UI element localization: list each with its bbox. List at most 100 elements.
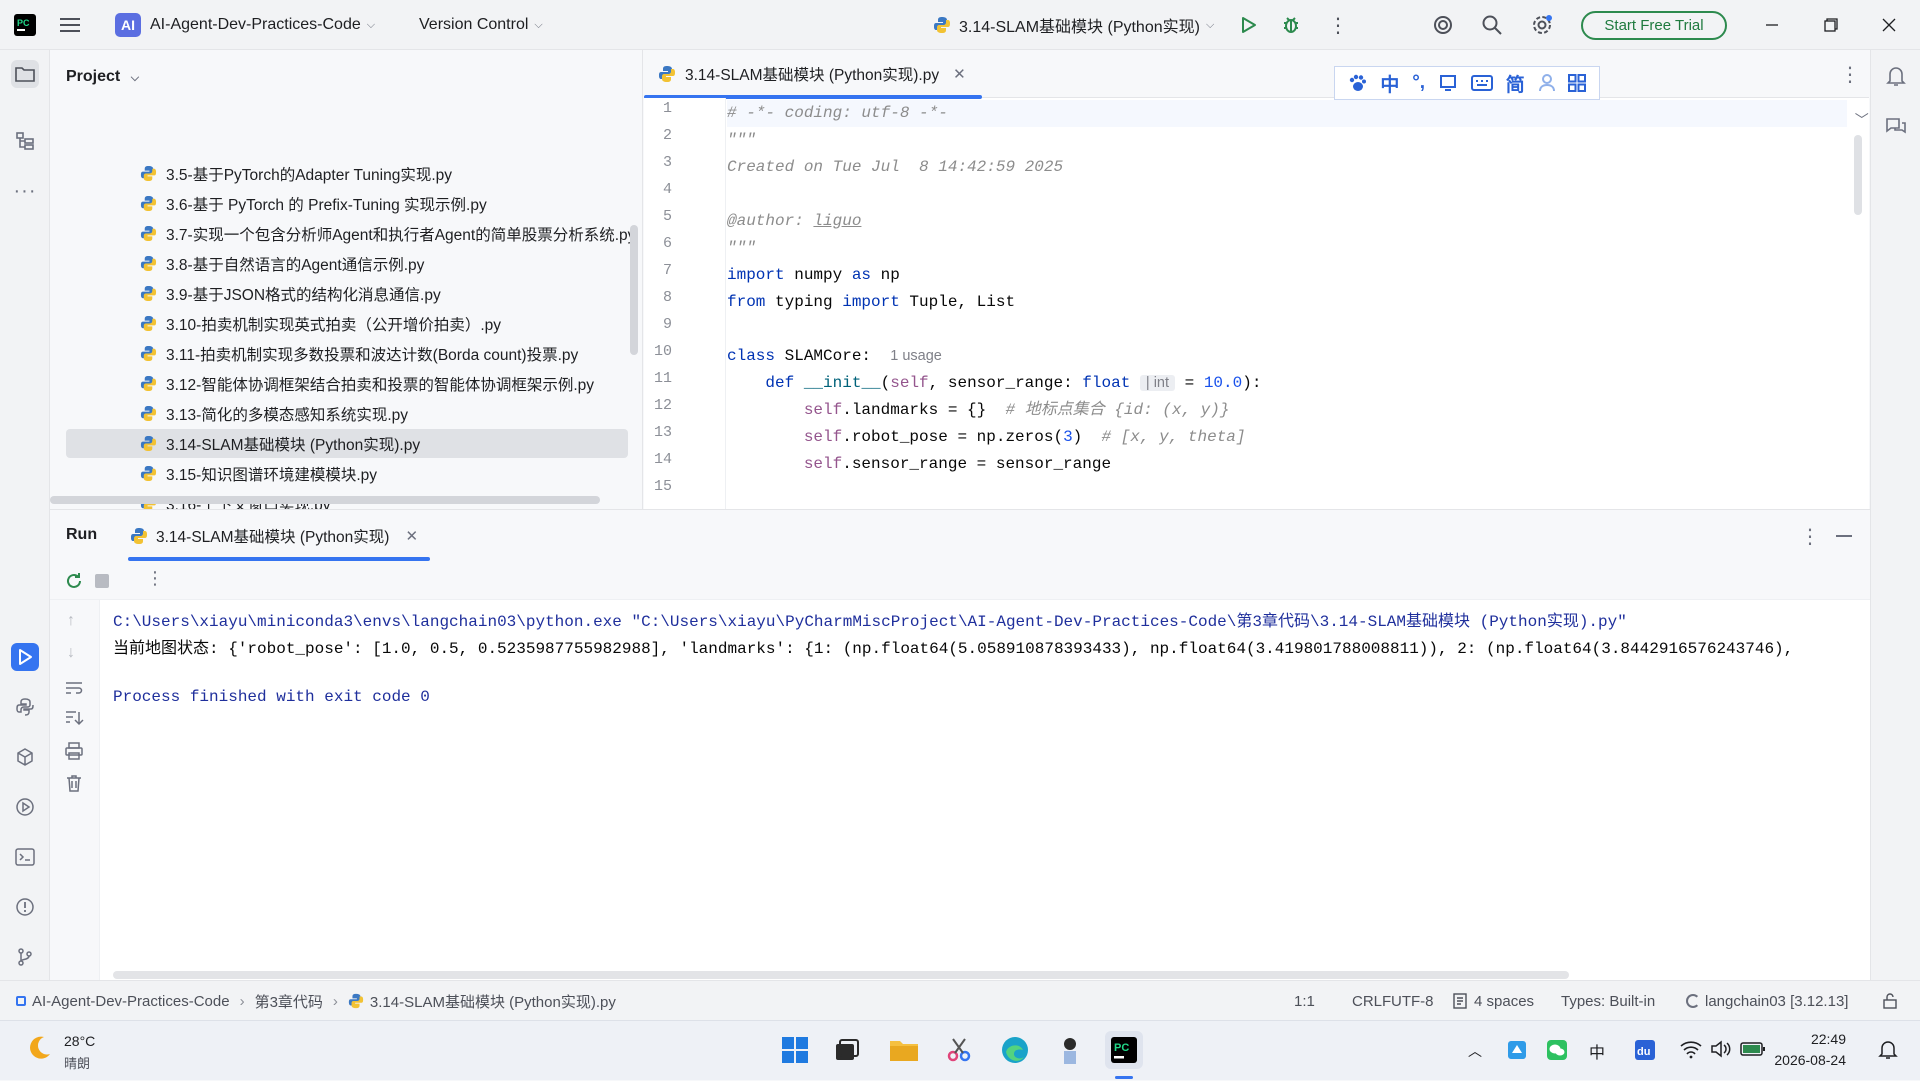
- punctuation-icon[interactable]: °,: [1412, 72, 1425, 94]
- settings-gear-icon[interactable]: [1530, 0, 1554, 50]
- output-hscrollbar[interactable]: [113, 971, 1569, 979]
- breadcrumb-file[interactable]: 3.14-SLAM基础模块 (Python实现).py: [370, 991, 616, 1012]
- breadcrumb-folder[interactable]: 第3章代码: [255, 991, 323, 1012]
- grid-menu-icon[interactable]: [1568, 74, 1587, 92]
- baidu-input-icon[interactable]: du: [1634, 1039, 1656, 1061]
- breadcrumb-project[interactable]: AI-Agent-Dev-Practices-Code: [32, 993, 230, 1010]
- chevron-down-icon[interactable]: ﹀: [1855, 110, 1869, 130]
- run-more-icon[interactable]: ⋮: [1800, 524, 1820, 549]
- close-tab-icon[interactable]: ✕: [405, 527, 418, 545]
- project-panel-title[interactable]: Project ⌵: [66, 68, 139, 86]
- main-menu-icon[interactable]: [60, 0, 82, 50]
- minimize-icon[interactable]: [1765, 0, 1779, 50]
- indent-settings[interactable]: 4 spaces: [1453, 981, 1534, 1021]
- line-separator[interactable]: CRLF: [1352, 981, 1391, 1021]
- clock-date[interactable]: 2026-08-24: [1766, 1052, 1846, 1068]
- code-line-6[interactable]: """: [727, 235, 756, 262]
- file-tree-item[interactable]: 3.9-基于JSON格式的结构化消息通信.py: [66, 279, 638, 308]
- file-tree-item[interactable]: 3.11-拍卖机制实现多数投票和波达计数(Borda count)投票.py: [66, 339, 638, 368]
- snipping-tool-icon[interactable]: [940, 1031, 978, 1069]
- paw-icon[interactable]: [1347, 73, 1367, 93]
- rerun-icon[interactable]: [64, 571, 84, 591]
- file-explorer-icon[interactable]: [885, 1031, 923, 1069]
- run-icon[interactable]: [1238, 0, 1258, 50]
- close-tab-icon[interactable]: ✕: [953, 65, 966, 83]
- volume-icon[interactable]: [1710, 1039, 1732, 1059]
- file-tree-item[interactable]: 3.7-实现一个包含分析师Agent和执行者Agent的简单股票分析系统.py: [66, 219, 638, 248]
- clock-time[interactable]: 22:49: [1786, 1031, 1846, 1047]
- ime-chinese-toggle[interactable]: 中: [1380, 70, 1399, 97]
- more-actions-icon[interactable]: ⋮: [1328, 0, 1348, 50]
- weather-moon-icon[interactable]: [24, 1033, 54, 1063]
- windows-start-icon[interactable]: [776, 1031, 814, 1069]
- hide-panel-icon[interactable]: [1836, 535, 1852, 537]
- run-tool-icon[interactable]: [11, 643, 39, 671]
- git-icon[interactable]: [11, 943, 39, 971]
- wifi-icon[interactable]: [1680, 1039, 1702, 1059]
- python-packages-icon[interactable]: [11, 743, 39, 771]
- file-tree-item[interactable]: 3.15-知识图谱环境建模模块.py: [66, 459, 638, 488]
- search-icon[interactable]: [1481, 0, 1503, 50]
- keyboard-icon[interactable]: [1470, 74, 1493, 92]
- code-line-1[interactable]: # -*- coding: utf-8 -*-: [727, 100, 948, 127]
- file-encoding[interactable]: UTF-8: [1391, 981, 1434, 1021]
- tray-app-icon[interactable]: [1506, 1039, 1528, 1061]
- code-line-11[interactable]: def __init__(self, sensor_range: float |…: [727, 370, 1261, 397]
- code-line-13[interactable]: self.robot_pose = np.zeros(3) # [x, y, t…: [727, 424, 1246, 451]
- lock-icon[interactable]: [1882, 981, 1898, 1021]
- scroll-to-end-icon[interactable]: [64, 710, 84, 728]
- vcs-menu[interactable]: Version Control ⌵: [419, 0, 543, 50]
- editor-more-icon[interactable]: ⋮: [1840, 62, 1860, 87]
- project-hscrollbar[interactable]: [50, 496, 600, 504]
- arrow-up-icon[interactable]: ↑: [67, 612, 75, 630]
- file-tree-item[interactable]: 3.5-基于PyTorch的Adapter Tuning实现.py: [66, 159, 638, 188]
- notification-center-icon[interactable]: [1878, 1039, 1898, 1061]
- code-line-12[interactable]: self.landmarks = {} # 地标点集合 {id: (x, y)}: [727, 397, 1230, 424]
- stop-icon[interactable]: [95, 574, 109, 588]
- debug-icon[interactable]: [1280, 0, 1302, 50]
- file-tree-item[interactable]: 3.6-基于 PyTorch 的 Prefix-Tuning 实现示例.py: [66, 189, 638, 218]
- task-view-icon[interactable]: [828, 1031, 866, 1069]
- code-line-2[interactable]: """: [727, 127, 756, 154]
- avatar-app-icon[interactable]: [1051, 1031, 1089, 1069]
- services-icon[interactable]: [11, 793, 39, 821]
- file-tree-item[interactable]: 3.14-SLAM基础模块 (Python实现).py: [66, 429, 628, 458]
- code-line-14[interactable]: self.sensor_range = sensor_range: [727, 451, 1111, 478]
- restore-icon[interactable]: [1824, 0, 1838, 50]
- ime-indicator[interactable]: 中: [1589, 1021, 1605, 1081]
- battery-icon[interactable]: [1740, 1041, 1766, 1057]
- python-console-icon[interactable]: [11, 693, 39, 721]
- more-tools-icon[interactable]: ···: [11, 177, 39, 205]
- ai-chat-icon[interactable]: [1882, 112, 1910, 140]
- project-selector[interactable]: AI AI-Agent-Dev-Practices-Code ⌵: [115, 0, 375, 50]
- user-icon[interactable]: [1538, 73, 1556, 93]
- terminal-icon[interactable]: [11, 843, 39, 871]
- edge-browser-icon[interactable]: [996, 1031, 1034, 1069]
- pycharm-taskbar-icon[interactable]: PC: [1105, 1031, 1143, 1069]
- arrow-down-icon[interactable]: ↓: [67, 644, 75, 662]
- code-line-3[interactable]: Created on Tue Jul 8 14:42:59 2025: [727, 154, 1063, 181]
- editor-tab-active[interactable]: 3.14-SLAM基础模块 (Python实现).py ✕: [658, 50, 966, 98]
- editor-scrollbar[interactable]: [1854, 135, 1862, 215]
- run-config-selector[interactable]: 3.14-SLAM基础模块 (Python实现) ⌵: [933, 0, 1214, 50]
- wechat-icon[interactable]: [1546, 1039, 1568, 1061]
- ime-skin-icon[interactable]: [1438, 73, 1458, 93]
- weather-temp[interactable]: 28°C: [64, 1033, 95, 1049]
- file-tree-item[interactable]: 3.10-拍卖机制实现英式拍卖（公开增价拍卖）.py: [66, 309, 638, 338]
- run-tab[interactable]: 3.14-SLAM基础模块 (Python实现) ✕: [130, 510, 418, 562]
- print-icon[interactable]: [64, 742, 84, 760]
- code-line-7[interactable]: import numpy as np: [727, 262, 900, 289]
- file-tree-item[interactable]: 3.12-智能体协调框架结合拍卖和投票的智能体协调框架示例.py: [66, 369, 638, 398]
- close-window-icon[interactable]: [1882, 0, 1896, 50]
- run-toolbar-more-icon[interactable]: ⋮: [146, 568, 164, 589]
- trash-icon[interactable]: [64, 773, 84, 793]
- code-line-5[interactable]: @author: liguo: [727, 208, 861, 235]
- soft-wrap-icon[interactable]: [64, 680, 84, 696]
- pycharm-logo-icon[interactable]: PC: [14, 0, 36, 50]
- notifications-bell-icon[interactable]: [1882, 62, 1910, 90]
- project-scrollbar[interactable]: [630, 225, 638, 355]
- code-line-10[interactable]: class SLAMCore: 1 usage: [727, 343, 942, 370]
- ai-assistant-icon[interactable]: [1432, 0, 1454, 50]
- weather-desc[interactable]: 晴朗: [64, 1053, 90, 1072]
- cursor-position[interactable]: 1:1: [1294, 981, 1315, 1021]
